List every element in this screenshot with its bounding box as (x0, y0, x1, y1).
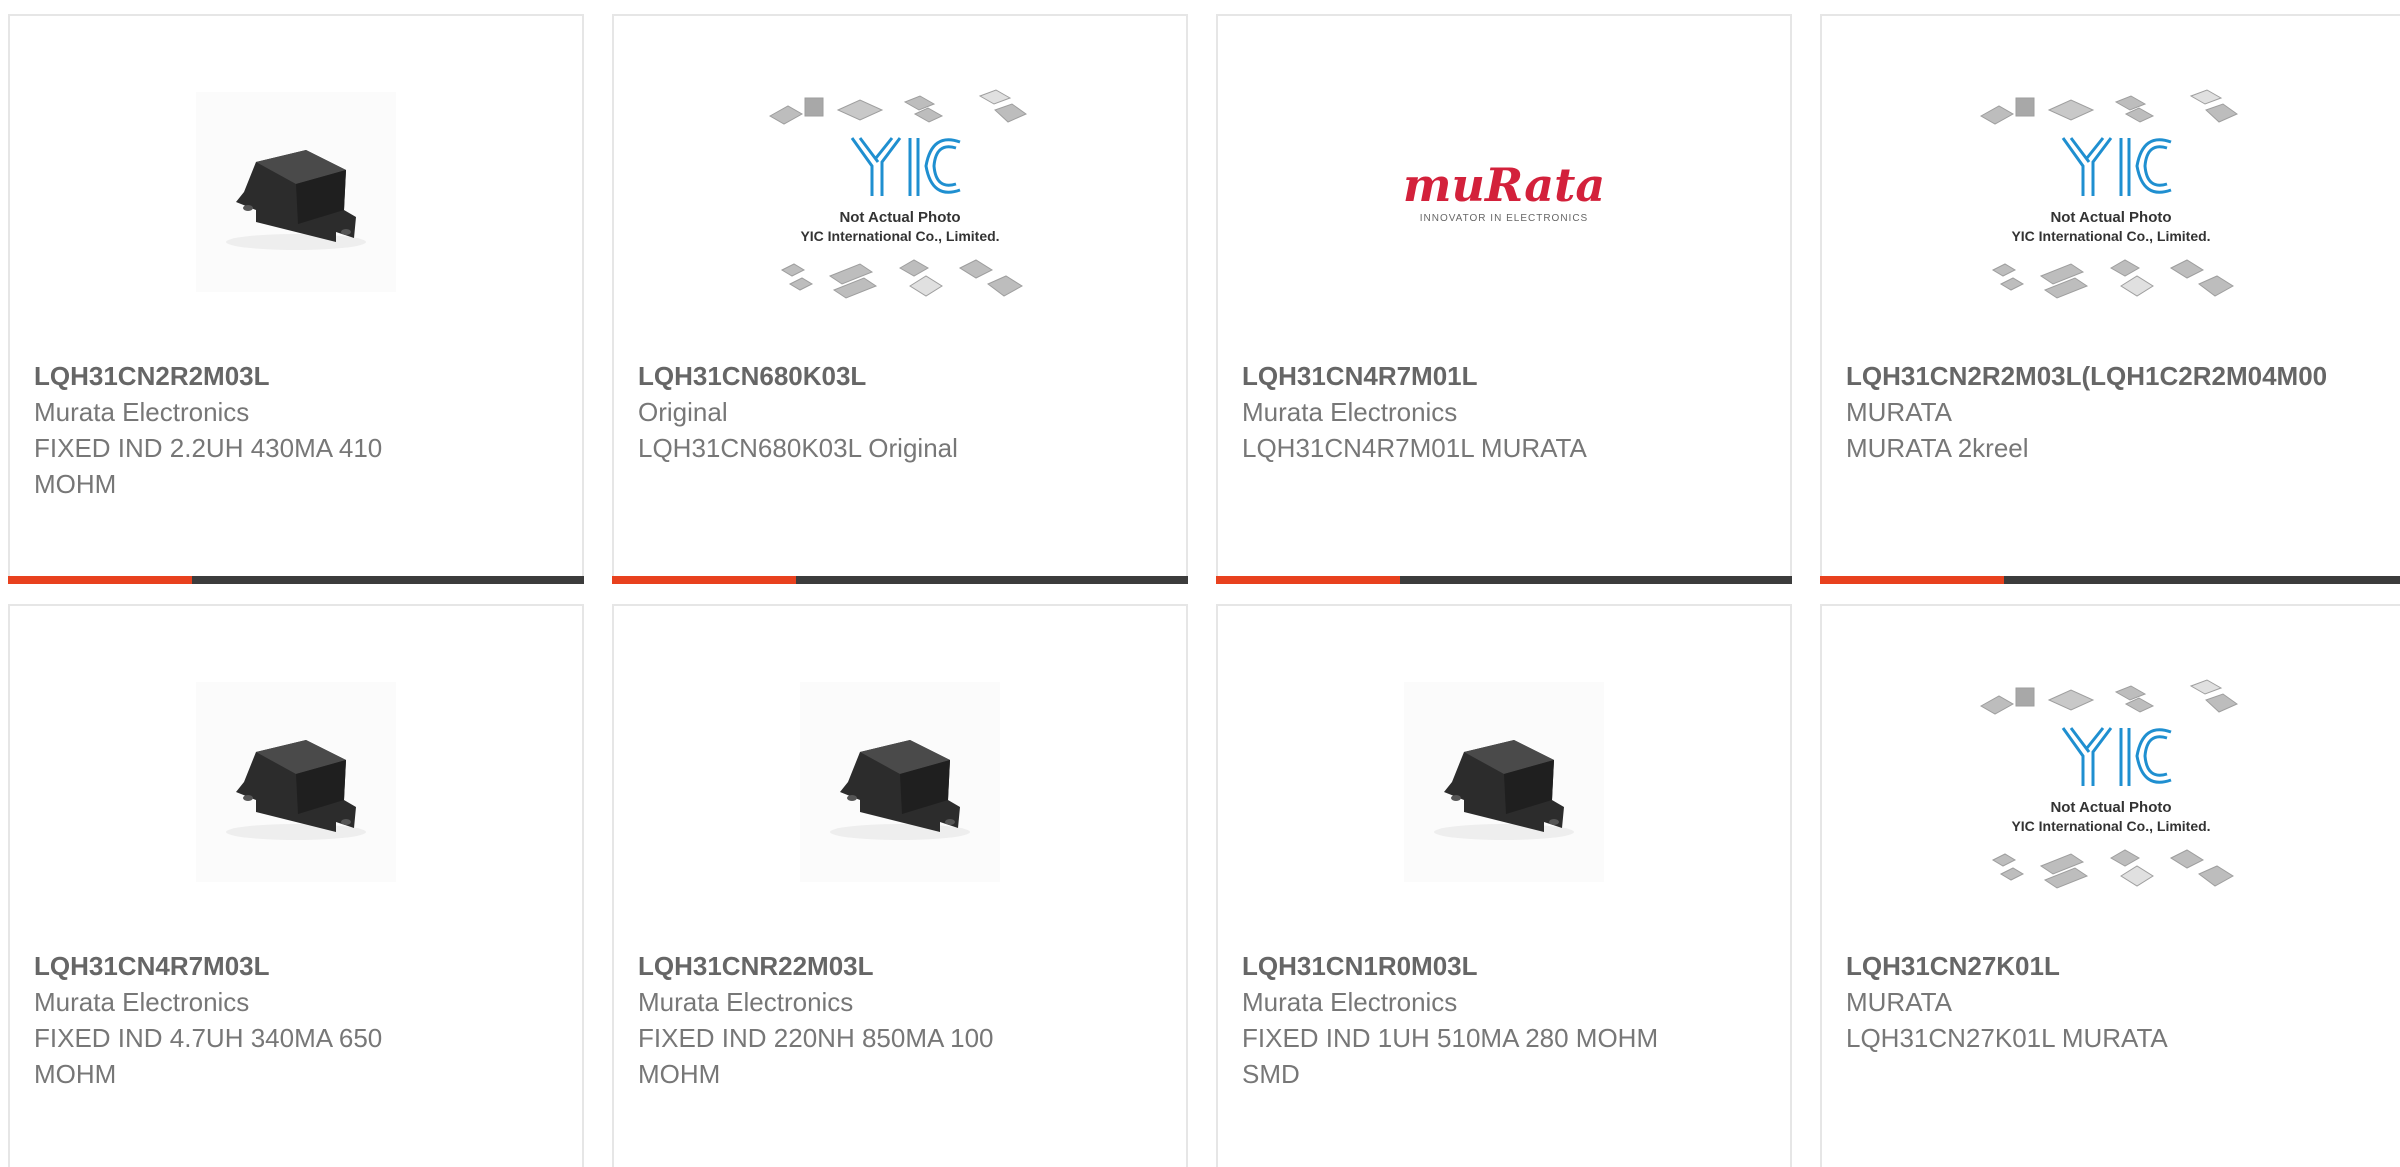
product-image[interactable] (10, 76, 582, 308)
description: MURATA 2kreel (1846, 433, 2029, 463)
card-accent (8, 576, 192, 584)
manufacturer: Murata Electronics (638, 987, 854, 1017)
card-bottom-bar (1820, 576, 2400, 584)
card-accent (1820, 576, 2004, 584)
product-card[interactable]: Not Actual Photo YIC International Co., … (1820, 604, 2400, 1167)
murata-logo-word: muRata (1402, 157, 1606, 212)
murata-logo: muRata INNOVATOR IN ELECTRONICS (1403, 161, 1605, 224)
manufacturer: Murata Electronics (34, 987, 250, 1017)
product-card[interactable]: Not Actual Photo YIC International Co., … (612, 14, 1188, 584)
description: LQH31CN4R7M01L MURATA (1242, 433, 1587, 463)
description: FIXED IND 1UH 510MA 280 MOHM SMD (1242, 1023, 1659, 1089)
description: FIXED IND 220NH 850MA 100 MOHM (638, 1023, 994, 1089)
part-number[interactable]: LQH31CN27K01L (1846, 948, 2396, 984)
description: LQH31CN27K01L MURATA (1846, 1023, 2168, 1053)
svg-text:YIC International Co., Limited: YIC International Co., Limited. (2011, 818, 2210, 834)
product-image[interactable] (1218, 666, 1790, 898)
svg-text:Not Actual Photo: Not Actual Photo (839, 209, 960, 226)
svg-text:YIC International Co., Limited: YIC International Co., Limited. (800, 228, 999, 244)
card-accent (612, 576, 796, 584)
inductor-photo-icon (800, 682, 1000, 882)
product-card[interactable]: muRata INNOVATOR IN ELECTRONICS LQH31CN4… (1216, 14, 1792, 584)
manufacturer: Murata Electronics (34, 397, 250, 427)
svg-text:YIC International Co., Limited: YIC International Co., Limited. (2011, 228, 2210, 244)
product-card[interactable]: LQH31CN1R0M03L Murata Electronics FIXED … (1216, 604, 1792, 1167)
part-number[interactable]: LQH31CN4R7M01L (1242, 358, 1786, 394)
product-image[interactable]: Not Actual Photo YIC International Co., … (1822, 76, 2400, 308)
product-image[interactable]: Not Actual Photo YIC International Co., … (1822, 666, 2400, 898)
product-image[interactable]: muRata INNOVATOR IN ELECTRONICS (1218, 76, 1790, 308)
card-accent (1216, 576, 1400, 584)
manufacturer: MURATA (1846, 397, 1952, 427)
product-image[interactable]: Not Actual Photo YIC International Co., … (614, 76, 1186, 308)
card-bottom-bar (1216, 576, 1792, 584)
part-number[interactable]: LQH31CN2R2M03L (34, 358, 578, 394)
yic-placeholder-icon: Not Actual Photo YIC International Co., … (1979, 679, 2239, 889)
product-image[interactable] (10, 666, 582, 898)
product-card[interactable]: Not Actual Photo YIC International Co., … (1820, 14, 2400, 584)
part-number[interactable]: LQH31CNR22M03L (638, 948, 1182, 984)
description: LQH31CN680K03L Original (638, 433, 958, 463)
part-number[interactable]: LQH31CN1R0M03L (1242, 948, 1786, 984)
murata-logo-tagline: INNOVATOR IN ELECTRONICS (1419, 212, 1589, 224)
part-number[interactable]: LQH31CN4R7M03L (34, 948, 578, 984)
description: FIXED IND 4.7UH 340MA 650 MOHM (34, 1023, 383, 1089)
inductor-photo-icon (196, 682, 396, 882)
product-card[interactable]: LQH31CN4R7M03L Murata Electronics FIXED … (8, 604, 584, 1167)
manufacturer: MURATA (1846, 987, 1952, 1017)
inductor-photo-icon (196, 92, 396, 292)
card-bottom-bar (612, 576, 1188, 584)
part-number[interactable]: LQH31CN680K03L (638, 358, 1182, 394)
yic-placeholder-icon: Not Actual Photo YIC International Co., … (1979, 89, 2239, 299)
svg-text:Not Actual Photo: Not Actual Photo (2050, 209, 2171, 226)
card-bottom-bar (8, 576, 584, 584)
part-number[interactable]: LQH31CN2R2M03L(LQH1C2R2M04M00 (1846, 358, 2396, 394)
product-image[interactable] (614, 666, 1186, 898)
manufacturer: Murata Electronics (1242, 397, 1458, 427)
manufacturer: Original (638, 397, 728, 427)
product-card[interactable]: LQH31CNR22M03L Murata Electronics FIXED … (612, 604, 1188, 1167)
manufacturer: Murata Electronics (1242, 987, 1458, 1017)
yic-placeholder-icon: Not Actual Photo YIC International Co., … (768, 89, 1028, 299)
inductor-photo-icon (1404, 682, 1604, 882)
svg-text:Not Actual Photo: Not Actual Photo (2050, 799, 2171, 816)
product-card[interactable]: LQH31CN2R2M03L Murata Electronics FIXED … (8, 14, 584, 584)
description: FIXED IND 2.2UH 430MA 410 MOHM (34, 433, 383, 499)
